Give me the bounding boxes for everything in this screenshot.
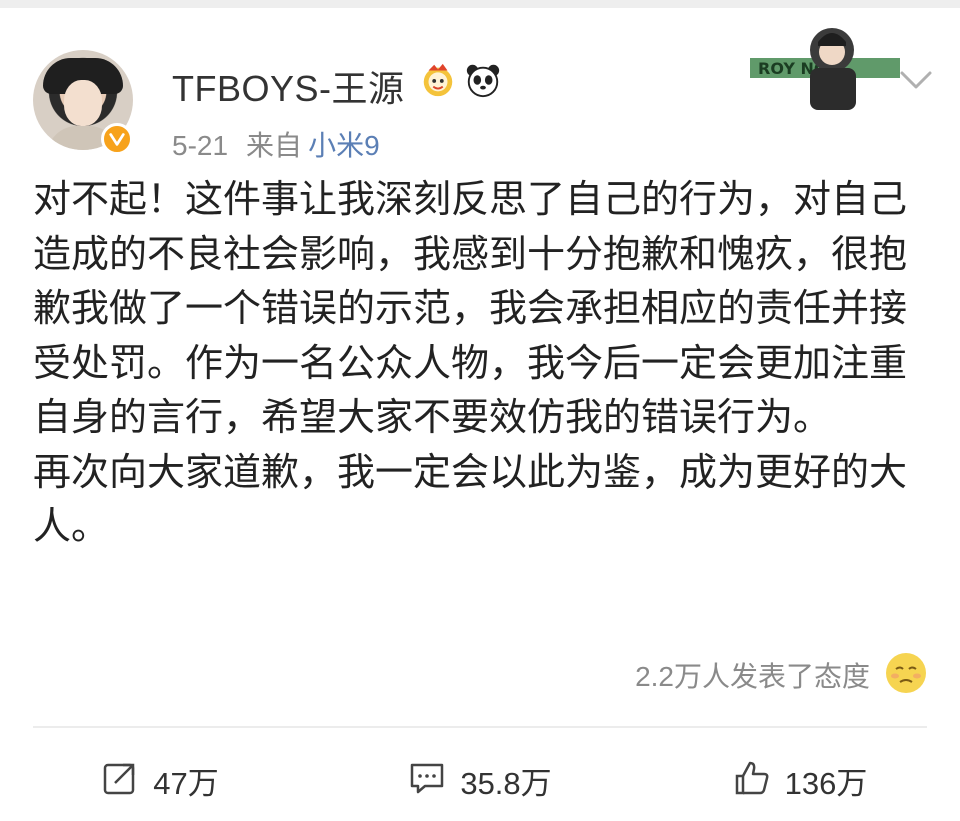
comment-count: 35.8万 [460,765,552,801]
panda-badge-icon [463,60,503,100]
attitude-text: 2.2万人发表了态度 [635,661,870,692]
comment-icon [408,759,446,801]
divider [33,726,927,728]
attitude-face-icon [884,651,928,699]
source-label: 来自 [246,130,303,161]
like-count: 136万 [784,765,868,801]
chevron-down-icon[interactable] [898,68,934,92]
like-button[interactable]: 136万 [640,740,960,820]
post-header: TFBOYS-王源 5-21 来自 小米9 ROY NG [0,10,960,161]
source-device-link[interactable]: 小米9 [308,130,380,161]
post-paragraph: 再次向大家道歉，我一定会以此为鉴，成为更好的大人。 [33,449,908,549]
attitude-summary[interactable]: 2.2万人发表了态度 [635,650,928,700]
post-paragraph: 对不起！这件事让我深刻反思了自己的行为，对自己造成的不良社会影响，我感到十分抱歉… [33,177,908,439]
repost-icon [101,759,139,801]
card-decoration: ROY NG [750,10,900,110]
repost-button[interactable]: 47万 [0,740,320,820]
post-meta: 5-21 来自 小米9 [172,124,380,164]
comment-button[interactable]: 35.8万 [320,740,640,820]
top-strip [0,0,960,8]
verified-badge-icon [101,123,133,155]
weibo-lion-badge-icon [418,60,458,100]
repost-count: 47万 [153,765,219,801]
action-bar: 47万 35.8万 136万 [0,740,960,820]
username[interactable]: TFBOYS-王源 [172,60,405,112]
post-content: 对不起！这件事让我深刻反思了自己的行为，对自己造成的不良社会影响，我感到十分抱歉… [33,172,933,554]
thumbs-up-icon [733,759,771,801]
post-date: 5-21 [172,130,229,161]
